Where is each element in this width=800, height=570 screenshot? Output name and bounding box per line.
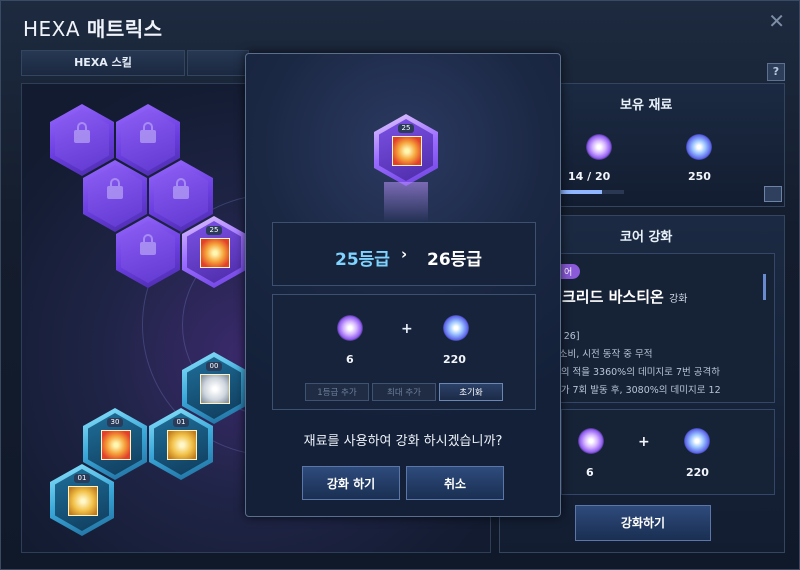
lock-icon [74,122,90,143]
skill-level: 00 [206,362,222,371]
skill-icon [167,430,197,460]
from-grade: 25등급 [335,250,390,270]
material-cost-box: 6 + 220 1등급 추가 최대 추가 초기화 [272,294,536,410]
skill-node-locked[interactable] [116,104,180,176]
core-name: 크리드 바스티온 강화 [562,286,687,307]
sol-erda-icon [684,428,710,454]
expand-icon[interactable] [764,186,782,202]
lock-icon [173,178,189,199]
fragment-progress [550,190,624,194]
core-cost-box: 6 + 220 [561,409,775,495]
sol-erda-icon [686,134,712,160]
lock-icon [107,178,123,199]
skill-level: 30 [107,418,123,427]
sol-erda-fragment-icon [578,428,604,454]
lock-icon [140,234,156,255]
arrow-icon: › [401,245,408,263]
cost-fragment: 6 [346,353,354,366]
sol-erda-icon [443,315,469,341]
tab-hexa-skill[interactable]: HEXA 스킬 [21,50,185,76]
core-name-text: 크리드 바스티온 [562,288,664,306]
core-desc-line: 경의 적을 3360%의 데미지로 7번 공격하 [552,367,720,378]
skill-icon [200,374,230,404]
window-title: HEXA 매트릭스 [23,13,163,42]
confirm-question: 재료를 사용하여 강화 하시겠습니까? [303,434,503,449]
enhance-confirm-dialog: 25 25등급 › 26등급 6 + 220 1등급 추가 최대 추가 초기화 … [245,53,561,517]
core-name-suffix: 강화 [669,294,688,305]
title-main: 매트릭스 [86,17,163,41]
skill-icon [392,136,422,166]
light-beam [384,182,428,222]
help-icon[interactable]: ? [767,63,785,81]
cost-sol-erda: 220 [686,466,709,479]
skill-icon [200,238,230,268]
skill-level: 25 [206,226,222,235]
skill-icon [68,486,98,516]
skill-node-active: 25 [374,114,438,186]
sol-erda-fragment-icon [337,315,363,341]
plus-sign: + [401,321,413,337]
skill-icon [101,430,131,460]
grade-change-box: 25등급 › 26등급 [272,222,536,286]
plus-sign: + [638,434,650,450]
hexa-matrix-window: HEXA 매트릭스 ✕ ? HEXA 스킬 25 00 30 01 01 보유 … [0,0,800,570]
close-icon[interactable]: ✕ [768,9,785,33]
core-desc-line: ) 소비, 시전 동작 중 무적 [552,349,653,360]
cost-fragment: 6 [586,466,594,479]
skill-level: 25 [398,124,414,133]
skill-node-owned[interactable]: 30 [83,408,147,480]
tab-second[interactable] [187,50,249,76]
skill-level: 01 [74,474,90,483]
lock-icon [140,122,156,143]
cancel-button[interactable]: 취소 [406,466,504,500]
max-add-button[interactable]: 최대 추가 [372,383,436,401]
sol-erda-fragment-icon [586,134,612,160]
core-desc-line: 과가 7회 발동 후, 3080%의 데미지로 12 [552,385,721,396]
add-one-grade-button[interactable]: 1등급 추가 [305,383,369,401]
title-prefix: HEXA [23,17,81,41]
skill-node-locked[interactable] [50,104,114,176]
skill-node-owned[interactable]: 01 [50,464,114,536]
cost-sol-erda: 220 [443,353,466,366]
fragment-count: 14 / 20 [568,170,611,183]
enhance-button[interactable]: 강화하기 [575,505,711,541]
reset-button[interactable]: 초기화 [439,383,503,401]
skill-level: 01 [173,418,189,427]
sol-erda-count: 250 [688,170,711,183]
scrollbar[interactable] [763,274,766,300]
to-grade: 26등급 [427,250,482,270]
skill-node-locked[interactable] [83,160,147,232]
confirm-enhance-button[interactable]: 강화 하기 [302,466,400,500]
